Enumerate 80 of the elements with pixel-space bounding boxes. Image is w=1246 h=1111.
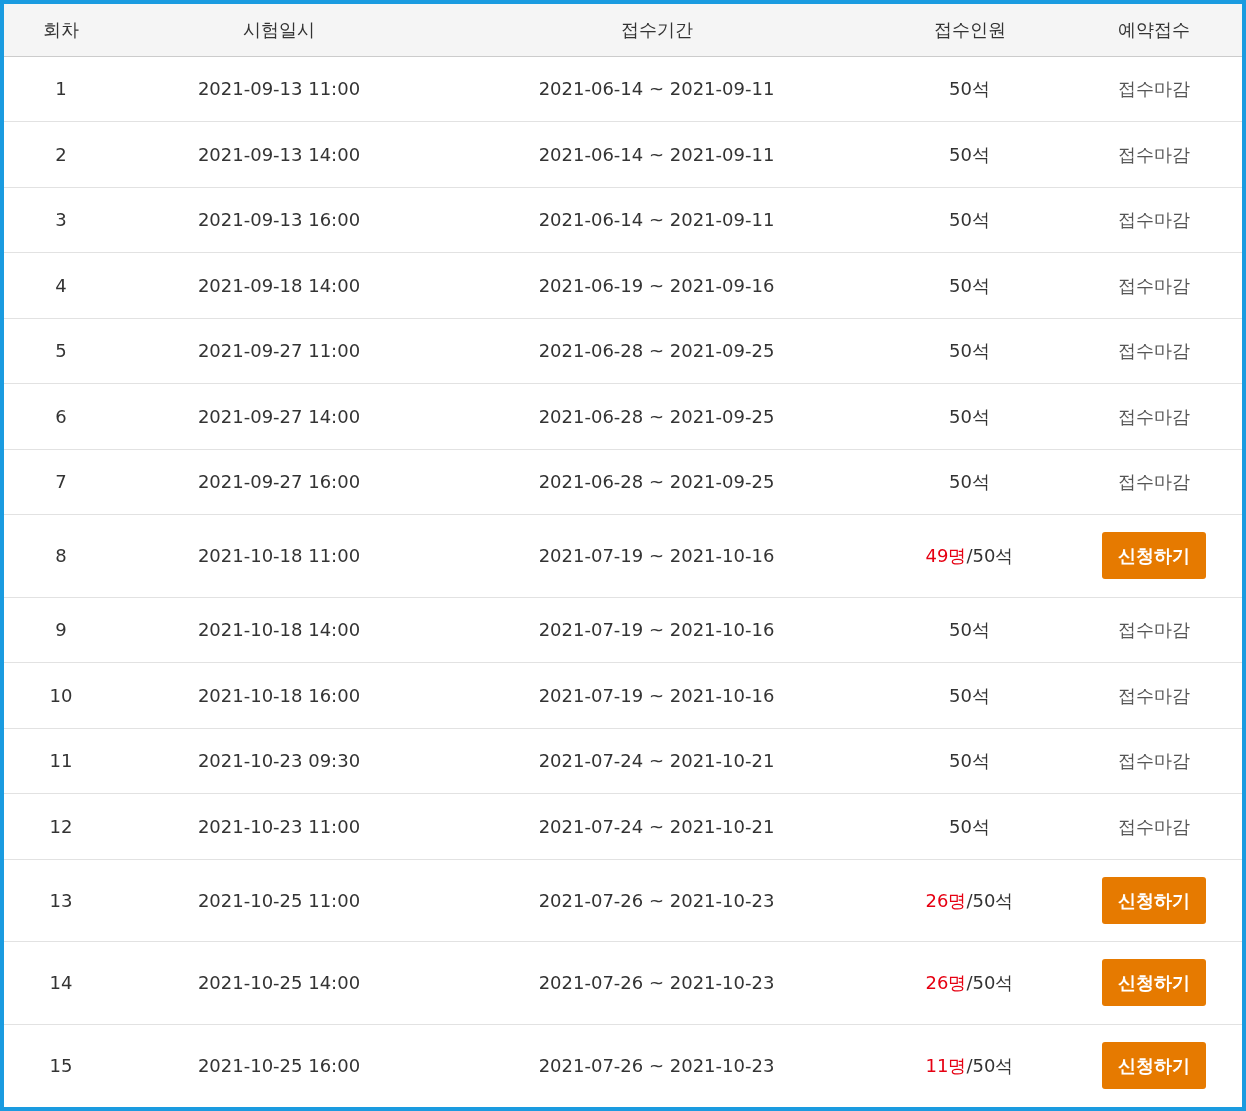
round-cell: 5 [4,318,118,384]
round-cell: 3 [4,187,118,253]
period-cell: 2021-06-19 ~ 2021-09-16 [440,252,873,318]
apply-button[interactable]: 신청하기 [1102,1042,1206,1089]
closed-status: 접수마감 [1066,56,1242,122]
closed-status: 접수마감 [1066,662,1242,728]
datetime-cell: 2021-10-18 11:00 [118,514,440,597]
round-cell: 8 [4,514,118,597]
period-cell: 2021-07-26 ~ 2021-10-23 [440,1024,873,1107]
period-cell: 2021-06-14 ~ 2021-09-11 [440,187,873,253]
closed-status: 접수마감 [1066,383,1242,449]
apply-button[interactable]: 신청하기 [1102,876,1206,924]
datetime-cell: 2021-10-23 09:30 [118,728,440,794]
apply-button[interactable]: 신청하기 [1102,532,1206,580]
datetime-cell: 2021-09-18 14:00 [118,252,440,318]
capacity-cell: 50석 [873,187,1066,253]
column-header: 회차 [4,4,118,56]
capacity-cell: 50석 [873,449,1066,515]
closed-status: 접수마감 [1066,449,1242,515]
round-cell: 1 [4,56,118,122]
closed-status: 접수마감 [1066,252,1242,318]
closed-status: 접수마감 [1066,318,1242,384]
capacity-cell: 50석 [873,793,1066,859]
apply-button[interactable]: 신청하기 [1102,959,1206,1007]
datetime-cell: 2021-09-13 16:00 [118,187,440,253]
capacity-cell: 50석 [873,597,1066,663]
capacity-text: 26명/50석 [925,889,1014,911]
period-cell: 2021-07-24 ~ 2021-10-21 [440,793,873,859]
round-cell: 14 [4,941,118,1024]
period-cell: 2021-06-28 ~ 2021-09-25 [440,318,873,384]
datetime-cell: 2021-09-13 11:00 [118,56,440,122]
period-cell: 2021-07-19 ~ 2021-10-16 [440,597,873,663]
period-cell: 2021-07-26 ~ 2021-10-23 [440,859,873,942]
period-cell: 2021-06-28 ~ 2021-09-25 [440,449,873,515]
capacity-cell: 50석 [873,728,1066,794]
round-cell: 13 [4,859,118,942]
datetime-cell: 2021-09-27 14:00 [118,383,440,449]
period-cell: 2021-07-19 ~ 2021-10-16 [440,514,873,597]
datetime-cell: 2021-09-27 16:00 [118,449,440,515]
datetime-cell: 2021-09-27 11:00 [118,318,440,384]
round-cell: 4 [4,252,118,318]
column-header: 시험일시 [118,4,440,56]
datetime-cell: 2021-10-23 11:00 [118,793,440,859]
closed-status: 접수마감 [1066,121,1242,187]
capacity-text: 11명/50석 [925,1055,1014,1076]
round-cell: 9 [4,597,118,663]
round-cell: 11 [4,728,118,794]
datetime-cell: 2021-10-25 14:00 [118,941,440,1024]
capacity-text: 49명/50석 [925,545,1014,567]
round-cell: 12 [4,793,118,859]
capacity-cell: 50석 [873,56,1066,122]
period-cell: 2021-06-14 ~ 2021-09-11 [440,121,873,187]
datetime-cell: 2021-10-18 14:00 [118,597,440,663]
round-cell: 6 [4,383,118,449]
column-header: 접수인원 [873,4,1066,56]
capacity-cell: 50석 [873,252,1066,318]
round-cell: 2 [4,121,118,187]
round-cell: 7 [4,449,118,515]
period-cell: 2021-07-26 ~ 2021-10-23 [440,941,873,1024]
period-cell: 2021-07-24 ~ 2021-10-21 [440,728,873,794]
datetime-cell: 2021-10-25 11:00 [118,859,440,942]
round-cell: 15 [4,1024,118,1107]
column-header: 예약접수 [1066,4,1242,56]
datetime-cell: 2021-10-18 16:00 [118,662,440,728]
datetime-cell: 2021-09-13 14:00 [118,121,440,187]
capacity-cell: 50석 [873,121,1066,187]
capacity-cell: 50석 [873,383,1066,449]
capacity-text: 26명/50석 [925,972,1014,994]
period-cell: 2021-06-28 ~ 2021-09-25 [440,383,873,449]
column-header: 접수기간 [440,4,873,56]
capacity-cell: 50석 [873,318,1066,384]
closed-status: 접수마감 [1066,728,1242,794]
closed-status: 접수마감 [1066,187,1242,253]
closed-status: 접수마감 [1066,597,1242,663]
datetime-cell: 2021-10-25 16:00 [118,1024,440,1107]
capacity-cell: 50석 [873,662,1066,728]
round-cell: 10 [4,662,118,728]
period-cell: 2021-06-14 ~ 2021-09-11 [440,56,873,122]
closed-status: 접수마감 [1066,793,1242,859]
period-cell: 2021-07-19 ~ 2021-10-16 [440,662,873,728]
